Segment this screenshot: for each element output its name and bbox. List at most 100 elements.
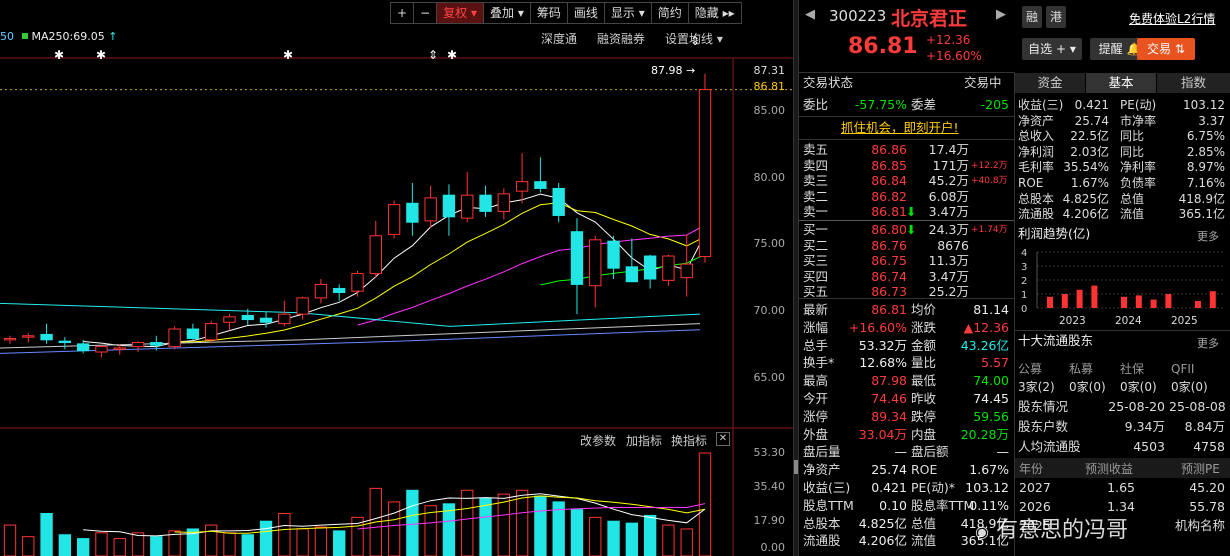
rongzi-button[interactable]: 融资融券	[597, 30, 645, 47]
add-watchlist-button[interactable]: 自选 + ▾	[1022, 38, 1082, 60]
event-marker-icon[interactable]: ✱	[283, 48, 293, 62]
ma120-line	[0, 323, 701, 349]
basic-label: ROE	[1018, 176, 1044, 190]
book-volume: 171万	[932, 157, 969, 173]
book-delta: +12.2万	[971, 160, 1008, 171]
weibi-value: -57.75%	[854, 97, 907, 112]
candle-body	[589, 239, 602, 287]
watermark: ◉ 有意思的冯哥	[975, 518, 1128, 543]
volume-bar	[259, 520, 273, 556]
basic-label: 流值	[1120, 207, 1145, 222]
change-params-button[interactable]: 改参数	[580, 432, 616, 449]
close-icon[interactable]: ✕	[716, 432, 730, 446]
add-indicator-button[interactable]: 加指标	[626, 432, 662, 449]
shendu-button[interactable]: 深度通	[541, 30, 577, 47]
profit-y-tick: 4	[1021, 248, 1027, 259]
kline-chart[interactable]	[0, 0, 793, 556]
book-price[interactable]: 86.76	[847, 238, 907, 254]
candle-body	[406, 202, 419, 223]
forecast-pe: 机构名称	[1174, 518, 1225, 533]
volume-bar	[643, 514, 657, 556]
tab-basic[interactable]: 基本	[1086, 73, 1156, 93]
candle-body	[479, 194, 492, 212]
kline-chart-panel[interactable]: + − 复权 ▾ 叠加 ▾ 筹码 画线 显示 ▾ 简约 隐藏 ▸▸ 50 MA2…	[0, 0, 793, 556]
forecast-header: 年份 预测收益 预测PE	[1015, 458, 1230, 478]
peak-price-label: 87.98 →	[651, 64, 696, 77]
volume-bar	[479, 497, 492, 556]
margin-tag[interactable]: 融	[1022, 6, 1042, 28]
book-price[interactable]: 86.86	[847, 142, 907, 158]
profit-bar	[1061, 294, 1068, 308]
tab-index[interactable]: 指数	[1157, 73, 1230, 93]
price-tick: 85.00	[753, 104, 786, 117]
volume-bar	[131, 532, 145, 556]
volume-bar	[278, 512, 291, 556]
price-tick-current: 86.81	[753, 80, 786, 93]
basic-value: 103.12	[1183, 98, 1225, 112]
volume-bar	[95, 532, 108, 556]
holder-stat-value: 25-08-20	[1108, 399, 1165, 414]
holder-stat-value: 4758	[1193, 439, 1225, 454]
fuquan-button[interactable]: 复权 ▾	[437, 3, 484, 23]
profit-more-link[interactable]: 更多	[1197, 228, 1219, 244]
huaxian-button[interactable]: 画线	[568, 3, 605, 23]
xianshi-button[interactable]: 显示 ▾	[605, 3, 652, 23]
prev-stock-icon[interactable]: ◀	[805, 7, 815, 22]
book-price[interactable]: 86.75	[847, 253, 907, 269]
diejia-button[interactable]: 叠加 ▾	[484, 3, 531, 23]
quote-value: 74.00	[973, 373, 1009, 389]
event-marker-icon[interactable]: ✱	[447, 48, 457, 62]
yincang-button[interactable]: 隐藏 ▸▸	[689, 3, 741, 23]
quote-label: 最低	[911, 373, 937, 389]
switch-indicator-button[interactable]: 换指标	[671, 432, 707, 449]
holders-more-link[interactable]: 更多	[1197, 335, 1219, 351]
chouma-button[interactable]: 筹码	[531, 3, 568, 23]
hk-connect-tag[interactable]: 港	[1046, 6, 1066, 28]
book-level-label: 买三	[803, 253, 829, 268]
volume-bar	[113, 538, 126, 556]
chevron-down-icon: ▾	[638, 6, 645, 20]
holder-stat-value: 4503	[1133, 439, 1165, 454]
book-price[interactable]: 86.85	[847, 158, 907, 174]
quote-label: 最新	[803, 302, 829, 317]
jianyue-button[interactable]: 简约	[652, 3, 689, 23]
trade-button[interactable]: 交易 ⇅	[1137, 38, 1195, 60]
volume-bar	[497, 493, 510, 556]
basic-value: 0.421	[1074, 98, 1109, 112]
candle-body	[131, 342, 145, 348]
book-price[interactable]: 86.84	[847, 173, 907, 189]
book-level-label: 卖五	[803, 142, 829, 157]
basic-value: 1.67%	[1070, 176, 1109, 190]
price-tick: 70.00	[753, 304, 786, 317]
zoom-out-button[interactable]: −	[414, 3, 438, 23]
book-price[interactable]: 86.74	[847, 269, 907, 285]
l2-trial-link[interactable]: 免费体验L2行情	[1129, 10, 1215, 27]
open-account-promo-link[interactable]: 抓住机会，即刻开户!	[841, 120, 959, 136]
candle-body	[534, 181, 547, 189]
weicha-value: -205	[980, 97, 1009, 112]
volume-tick: 35.40	[753, 480, 786, 493]
event-marker-icon[interactable]: ✱	[96, 48, 106, 62]
updown-marker-icon[interactable]: ⇕	[428, 48, 438, 62]
quote-label: 盘后量	[803, 444, 841, 460]
candle-body	[186, 328, 200, 339]
quote-value: 5.57	[981, 355, 1009, 371]
volume-bar	[314, 526, 328, 556]
volume-tick: 53.30	[753, 446, 786, 459]
event-marker-icon[interactable]: ✱	[54, 48, 64, 62]
info-tabs: 资金 基本 指数	[1015, 73, 1230, 93]
volume-bar	[625, 522, 639, 556]
profit-bar	[1091, 285, 1098, 308]
book-price[interactable]: 86.82	[847, 189, 907, 205]
forecast-pe: 45.20	[1189, 480, 1225, 495]
tab-funds[interactable]: 资金	[1015, 73, 1085, 93]
updown-marker-icon[interactable]: ⇕	[690, 34, 700, 48]
next-stock-icon[interactable]: ▶	[996, 7, 1006, 22]
book-price[interactable]: 86.81	[847, 204, 907, 220]
quote-value: 25.74	[871, 462, 907, 478]
volume-bar	[223, 532, 236, 556]
book-price[interactable]: 86.80	[847, 222, 907, 238]
chart-toolbar: + − 复权 ▾ 叠加 ▾ 筹码 画线 显示 ▾ 简约 隐藏 ▸▸	[390, 2, 742, 24]
zoom-in-button[interactable]: +	[391, 3, 415, 23]
quote-label: 跌停	[911, 408, 937, 424]
